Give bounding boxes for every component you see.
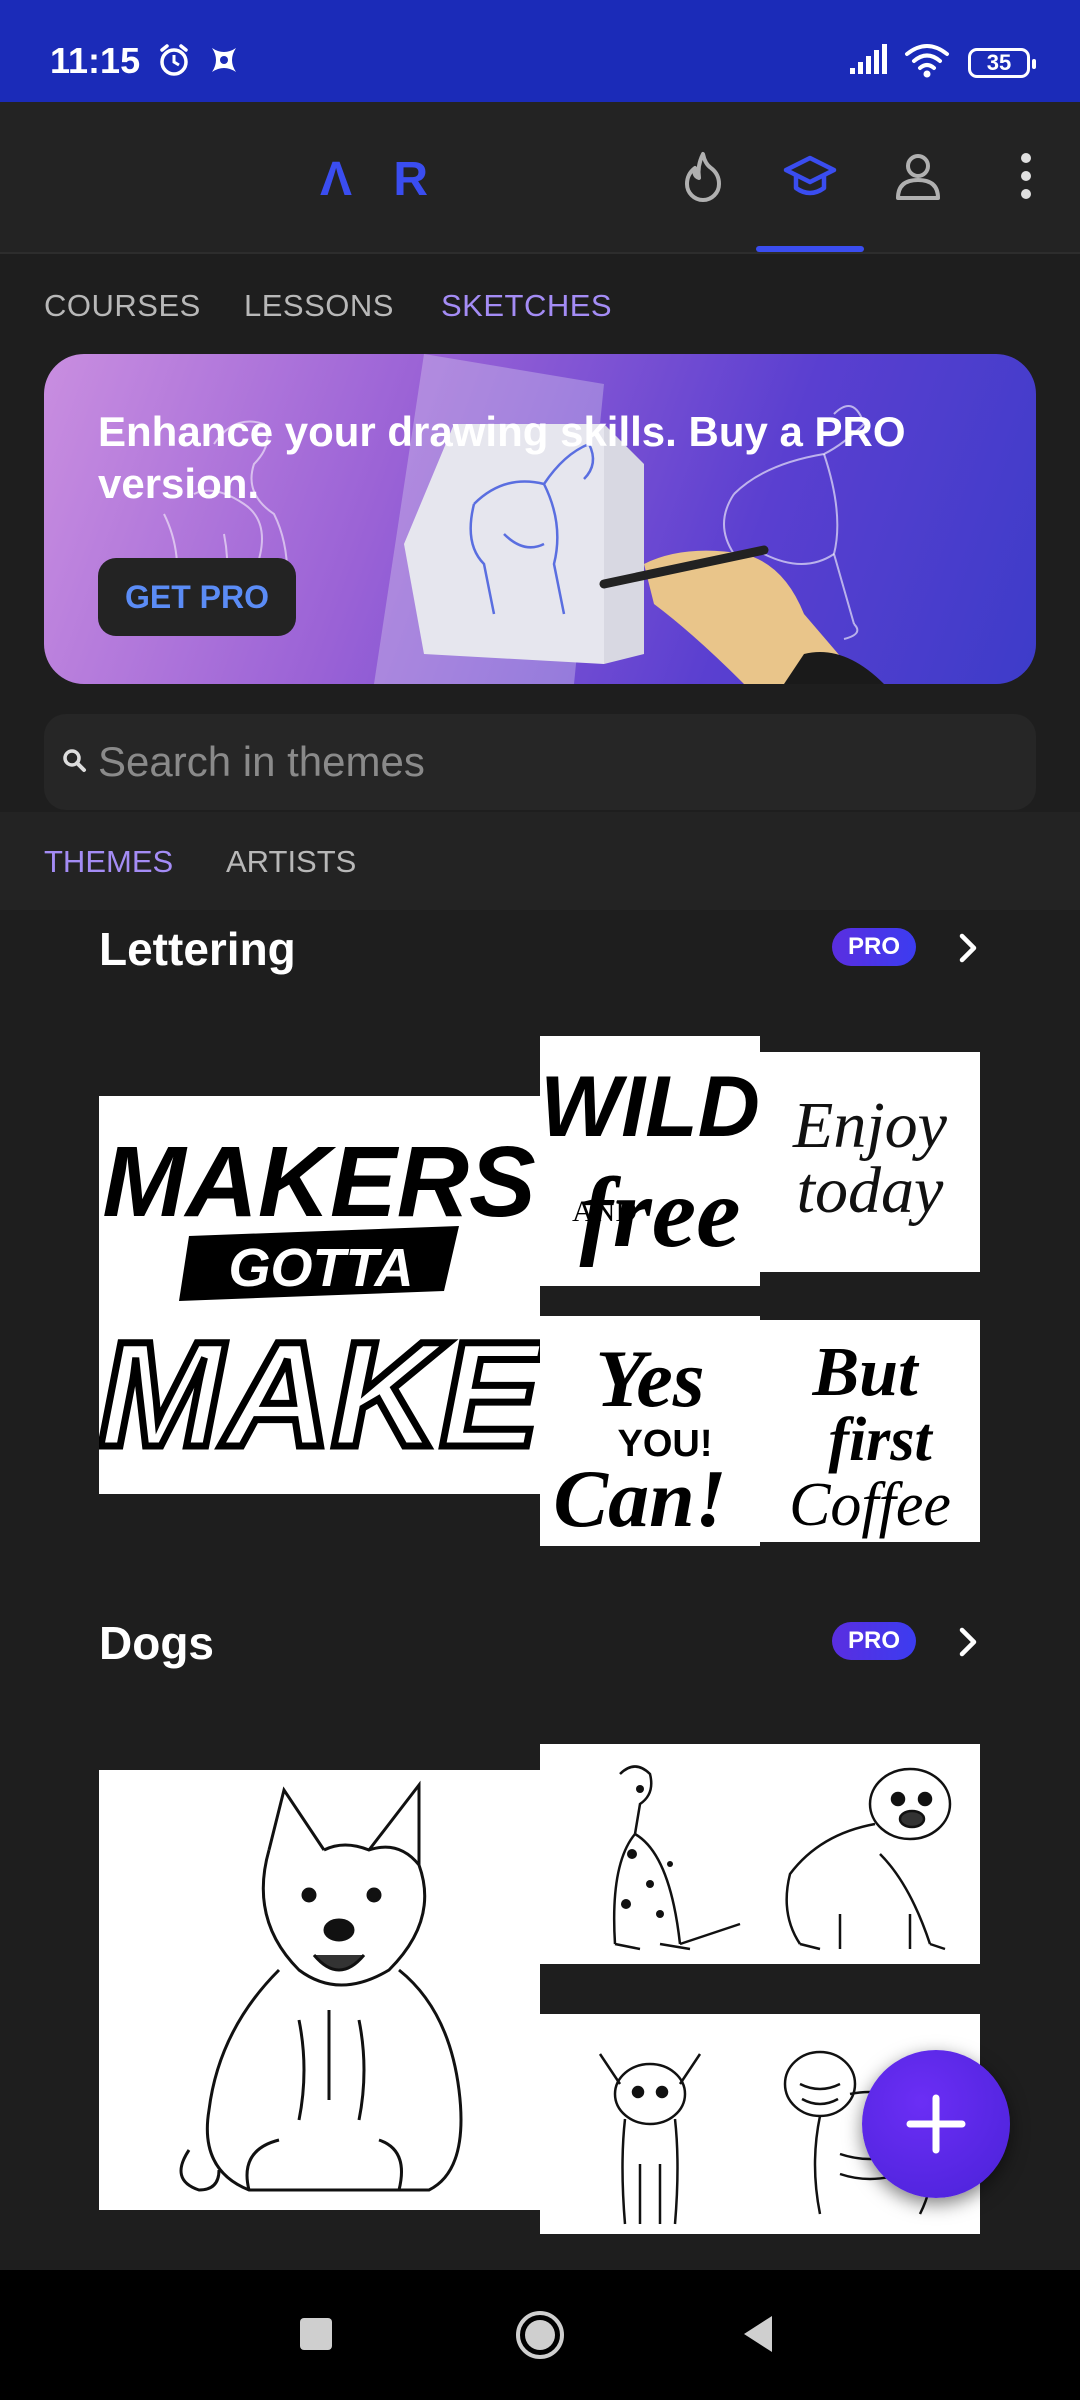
sketch-tile-dalmatian[interactable] xyxy=(540,1744,760,1964)
signal-icon xyxy=(850,44,887,74)
wild-and-free-art: WILD AND free xyxy=(540,1059,760,1268)
sketch-tile-wild-free[interactable]: WILD AND free xyxy=(540,1036,760,1286)
streak-icon[interactable] xyxy=(675,148,731,204)
home-icon[interactable] xyxy=(513,2308,567,2362)
chevron-right-icon[interactable] xyxy=(950,1624,986,1660)
app-notification-icon xyxy=(212,48,236,72)
svg-text:first: first xyxy=(828,1406,933,1474)
tab-lessons[interactable]: LESSONS xyxy=(244,288,394,324)
svg-text:MAKERS: MAKERS xyxy=(102,1126,535,1238)
app-logo: Λ R xyxy=(320,153,443,206)
svg-text:MAKE: MAKE xyxy=(99,1310,540,1478)
section-title-lettering: Lettering xyxy=(99,923,296,975)
tab-themes[interactable]: THEMES xyxy=(44,844,173,880)
chihuahua-sketch-art xyxy=(598,2053,702,2225)
system-nav-bar xyxy=(0,2270,1080,2400)
sketch-tile-but-first-coffee[interactable]: But first Coffee xyxy=(760,1320,980,1542)
chevron-right-icon[interactable] xyxy=(950,930,986,966)
svg-text:Coffee: Coffee xyxy=(789,1471,951,1539)
pug-sketch-art xyxy=(785,1767,952,1951)
sketch-tile-enjoy-today[interactable]: Enjoy today xyxy=(760,1052,980,1272)
pro-badge: PRO xyxy=(832,928,916,966)
svg-text:WILD: WILD xyxy=(540,1059,760,1155)
plus-icon xyxy=(906,2094,966,2154)
sketch-tile-chihuahua[interactable] xyxy=(540,2014,760,2234)
main-tabs: COURSES LESSONS SKETCHES xyxy=(0,256,1080,354)
pro-badge: PRO xyxy=(832,1622,916,1660)
makers-gotta-make-art: MAKERS GOTTA MAKE xyxy=(99,1126,540,1482)
svg-text:GOTTA: GOTTA xyxy=(229,1238,414,1298)
status-time: 11:15 xyxy=(50,40,141,81)
enjoy-today-art: Enjoy today xyxy=(792,1089,948,1227)
back-icon[interactable] xyxy=(738,2312,782,2356)
tab-artists[interactable]: ARTISTS xyxy=(226,844,356,880)
corgi-sketch-art xyxy=(179,1780,463,2192)
wifi-icon xyxy=(905,44,949,78)
profile-icon[interactable] xyxy=(890,148,946,204)
recents-icon[interactable] xyxy=(296,2314,336,2354)
search-bar[interactable] xyxy=(44,714,1036,810)
status-bar: 11:15 35 xyxy=(0,0,1080,102)
banner-title: Enhance your drawing skills. Buy a PRO v… xyxy=(98,408,906,507)
selected-tab-indicator xyxy=(756,246,864,252)
svg-text:Enjoy: Enjoy xyxy=(792,1089,948,1162)
pro-banner[interactable]: Enhance your drawing skills. Buy a PRO v… xyxy=(44,354,1036,684)
search-input[interactable] xyxy=(98,714,998,810)
but-first-coffee-art: But first Coffee xyxy=(789,1334,951,1539)
sketch-tile-pug[interactable] xyxy=(760,1744,980,1964)
svg-text:Yes: Yes xyxy=(595,1333,704,1424)
add-button[interactable] xyxy=(862,2050,1010,2198)
courses-cap-icon[interactable] xyxy=(782,148,838,204)
tab-sketches[interactable]: SKETCHES xyxy=(441,288,612,324)
get-pro-button[interactable]: GET PRO xyxy=(98,558,296,636)
battery-indicator: 35 xyxy=(968,48,1036,78)
alarm-icon xyxy=(160,44,188,76)
sub-tabs: THEMES ARTISTS xyxy=(0,812,1080,910)
svg-text:But: But xyxy=(811,1334,920,1411)
dalmatian-sketch-art xyxy=(612,1765,741,1951)
svg-text:Can!: Can! xyxy=(553,1453,726,1544)
yes-you-can-art: Yes YOU! Can! xyxy=(553,1333,726,1544)
svg-text:today: today xyxy=(797,1154,944,1227)
section-title-dogs: Dogs xyxy=(99,1617,214,1669)
sketch-tile-makers[interactable]: MAKERS GOTTA MAKE xyxy=(99,1096,540,1494)
sketch-tile-yes-you-can[interactable]: Yes YOU! Can! xyxy=(540,1316,760,1546)
more-icon[interactable] xyxy=(1000,148,1056,204)
app-bar: Λ R xyxy=(0,102,1080,254)
tab-courses[interactable]: COURSES xyxy=(44,288,201,324)
svg-text:free: free xyxy=(580,1157,741,1268)
sketch-tile-corgi[interactable] xyxy=(99,1770,540,2210)
search-icon xyxy=(63,749,86,772)
